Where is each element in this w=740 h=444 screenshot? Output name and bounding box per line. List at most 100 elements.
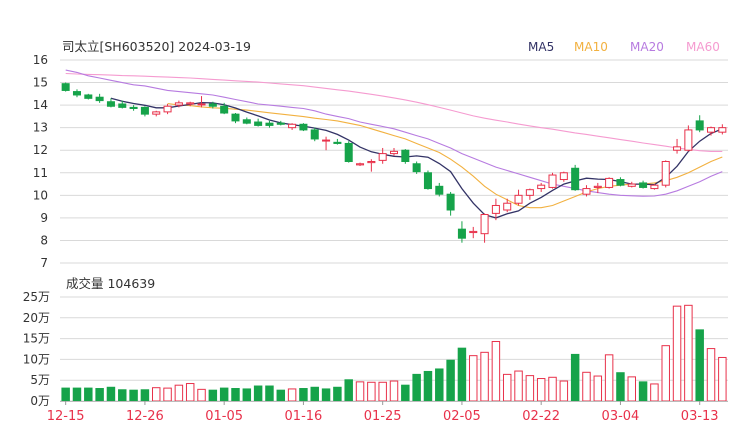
candle-body (208, 103, 217, 107)
date-axis: 12-15 12-26 01-05 01-16 01-25 02-05 02-22 03-04… (47, 401, 728, 424)
volume-bar (604, 354, 614, 402)
volume-bar (616, 372, 625, 402)
volume-bar (310, 386, 319, 402)
candlestick (480, 213, 489, 243)
volume-bar (163, 387, 172, 402)
candle-body (231, 113, 240, 122)
volume-bar (423, 370, 433, 402)
volume-tick-label: 15万 (23, 332, 50, 346)
candle-body (503, 202, 512, 211)
legend-ma60: MA60 (686, 40, 720, 54)
candlestick (650, 184, 659, 190)
volume-bar (367, 381, 376, 402)
date-label: 01-16 (285, 409, 323, 424)
price-tick-label: 12 (33, 143, 48, 157)
candle-body (593, 185, 602, 188)
volume-panel: 0万 5万 10万 15万 20万 25万 (23, 290, 728, 408)
candlestick (299, 123, 308, 132)
volume-bar (480, 351, 489, 402)
candle-body (639, 182, 648, 188)
volume-bar (72, 387, 82, 402)
candle-body (491, 204, 500, 214)
volume-bar (627, 376, 636, 402)
candlestick (627, 181, 636, 188)
date-label: 03-13 (681, 409, 719, 424)
candlestick (333, 138, 342, 145)
volume-bar (502, 373, 512, 402)
volume-bar (435, 368, 444, 402)
volume-bar (152, 387, 161, 402)
volume-bar (582, 371, 591, 402)
candlestick (412, 161, 421, 174)
candle-body (401, 149, 410, 163)
candlestick (548, 172, 557, 189)
volume-tick-label: 25万 (23, 290, 50, 304)
volume-bar (333, 386, 342, 402)
volume-bar (231, 388, 240, 402)
volume-bar (276, 389, 286, 402)
candlestick (605, 177, 614, 189)
candlestick (446, 191, 455, 216)
candlestick (288, 123, 297, 130)
candle-body (152, 111, 161, 115)
volume-bar (140, 389, 150, 402)
candle-body (435, 185, 444, 195)
candlestick (718, 124, 727, 135)
volume-bar (593, 375, 603, 402)
candle-body (582, 188, 591, 195)
volume-bar (61, 387, 70, 402)
candle-body (423, 172, 432, 190)
candle-body (457, 228, 466, 239)
volume-bar (344, 379, 353, 402)
volume-tick-label: 5万 (30, 373, 50, 387)
candle-body (537, 184, 546, 190)
candlestick (197, 96, 206, 108)
candle-body (627, 183, 636, 187)
volume-bar (457, 347, 467, 402)
candle-body (174, 102, 183, 106)
chart-canvas: 司太立[SH603520] 2024-03-19 成交量 104639 MA5 M… (23, 39, 728, 424)
candle-body (684, 129, 693, 151)
candlestick (310, 127, 319, 142)
volume-bar (718, 356, 727, 402)
volume-tick-label: 0万 (30, 394, 50, 408)
volume-bar (525, 375, 535, 402)
candlestick (514, 189, 523, 206)
candle-body (72, 91, 81, 96)
price-tick-label: 16 (33, 53, 48, 67)
volume-title: 成交量 104639 (66, 276, 155, 291)
candle-body (265, 122, 274, 126)
candle-body (514, 194, 523, 204)
candlestick (457, 221, 466, 243)
candle-body (163, 105, 172, 113)
candlestick (435, 182, 444, 197)
candlestick (231, 113, 240, 124)
candlestick (684, 125, 693, 152)
candle-body (129, 106, 138, 109)
candlestick (344, 141, 353, 163)
candlestick (254, 118, 263, 127)
volume-bar (197, 388, 206, 402)
candlestick (95, 93, 104, 103)
volume-bar (638, 381, 648, 402)
volume-bar (695, 329, 704, 402)
volume-bar (219, 387, 229, 402)
price-tick-label: 9 (40, 211, 48, 225)
date-label: 02-05 (443, 409, 481, 424)
volume-bar (536, 378, 546, 402)
volume-bar (299, 388, 308, 402)
candlestick (106, 98, 115, 108)
volume-bar (321, 388, 331, 402)
volume-bar (548, 376, 557, 402)
candlestick (571, 164, 580, 191)
candlestick (401, 149, 410, 164)
date-label: 01-25 (364, 409, 402, 424)
candlestick (661, 160, 670, 188)
candlestick (695, 115, 704, 133)
volume-bar (242, 388, 252, 402)
candle-body (571, 167, 580, 191)
candle-body (288, 123, 297, 129)
candlestick (72, 89, 81, 98)
volume-bar (559, 380, 569, 402)
candlestick (140, 106, 149, 117)
